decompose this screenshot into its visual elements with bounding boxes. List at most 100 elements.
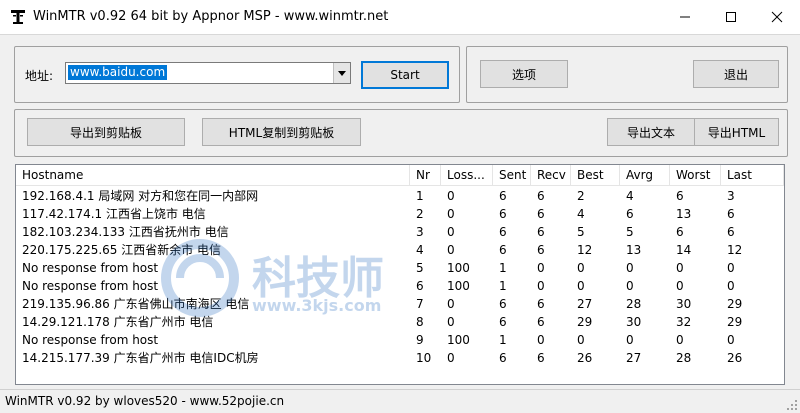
exit-button[interactable]: 退出 [693,60,779,88]
col-last: 3 [727,189,735,203]
col-nr: 8 [416,315,424,329]
table-row[interactable]: No response from host 9 100 1 0 0 0 0 0 [16,331,784,349]
options-button[interactable]: 选项 [480,60,568,88]
col-avrg: 30 [626,315,642,329]
col-last: 26 [727,351,743,365]
address-value[interactable]: www.baidu.com [68,65,168,80]
col-hostname: 117.42.174.1 江西省上饶市 电信 [22,207,206,221]
list-header: Hostname Nr Loss... Sent Recv Best Avrg Worst La… [16,165,784,186]
col-last: 6 [727,207,735,221]
col-best: 5 [577,225,585,239]
header-col-nr[interactable]: Nr [410,165,441,185]
col-nr: 5 [416,261,424,275]
table-row[interactable]: 220.175.225.65 江西省新余市 电信 4 0 6 6 12 13 14 12 [16,241,784,259]
header-col-hostname[interactable]: Hostname [16,165,410,185]
trace-results-list[interactable]: Hostname Nr Loss... Sent Recv Best Avrg Worst La… [15,164,785,385]
minimize-icon [680,16,690,18]
col-sent: 6 [499,297,507,311]
col-recv: 6 [537,189,545,203]
col-worst: 0 [676,261,684,275]
col-sent: 1 [499,261,507,275]
window-title: WinMTR v0.92 64 bit by Appnor MSP - www.… [33,9,389,24]
header-col-avrg[interactable]: Avrg [620,165,670,185]
col-recv: 0 [537,333,545,347]
chevron-down-icon [338,70,346,76]
col-worst: 0 [676,333,684,347]
col-nr: 4 [416,243,424,257]
col-last: 12 [727,243,743,257]
col-sent: 6 [499,225,507,239]
table-row[interactable]: No response from host 5 100 1 0 0 0 0 0 [16,259,784,277]
export-clipboard-button[interactable]: 导出到剪贴板 [27,118,185,146]
table-row[interactable]: 192.168.4.1 局域网 对方和您在同一内部网 1 0 6 6 2 4 6 3 [16,187,784,205]
col-nr: 7 [416,297,424,311]
table-row[interactable]: 117.42.174.1 江西省上饶市 电信 2 0 6 6 4 6 13 6 [16,205,784,223]
minimize-button[interactable] [662,0,708,34]
maximize-button[interactable] [708,0,754,34]
status-bar: WinMTR v0.92 by wloves520 - www.52pojie.… [0,389,800,413]
col-hostname: 219.135.96.86 广东省佛山市南海区 电信 [22,297,250,311]
table-row[interactable]: 182.103.234.133 江西省抚州市 电信 3 0 6 6 5 5 6 6 [16,223,784,241]
start-button[interactable]: Start [361,61,449,89]
html-clipboard-button[interactable]: HTML复制到剪贴板 [202,118,361,146]
col-last: 6 [727,225,735,239]
col-last: 29 [727,297,743,311]
close-button[interactable] [754,0,800,34]
col-avrg: 28 [626,297,642,311]
resize-grip-icon[interactable] [786,399,798,411]
table-row[interactable]: 14.215.177.39 广东省广州市 电信IDC机房 10 0 6 6 26 27 28 2… [16,349,784,367]
header-col-worst[interactable]: Worst [670,165,721,185]
col-loss: 0 [447,297,455,311]
col-sent: 6 [499,243,507,257]
header-col-last[interactable]: Last [721,165,784,185]
col-best: 0 [577,333,585,347]
col-hostname: 14.29.121.178 广东省广州市 电信 [22,315,214,329]
col-worst: 32 [676,315,692,329]
col-sent: 1 [499,333,507,347]
col-best: 29 [577,315,593,329]
col-sent: 6 [499,207,507,221]
col-nr: 10 [416,351,432,365]
header-col-recv[interactable]: Recv [531,165,571,185]
col-best: 27 [577,297,593,311]
col-last: 29 [727,315,743,329]
col-hostname: No response from host [22,279,159,293]
col-hostname: 14.215.177.39 广东省广州市 电信IDC机房 [22,351,259,365]
col-worst: 14 [676,243,692,257]
col-recv: 6 [537,351,545,365]
address-label: 地址: [25,69,54,83]
maximize-icon [726,12,736,22]
col-worst: 6 [676,225,684,239]
col-recv: 6 [537,243,545,257]
col-worst: 30 [676,297,692,311]
col-loss: 100 [447,279,470,293]
col-avrg: 4 [626,189,634,203]
col-avrg: 27 [626,351,642,365]
col-recv: 6 [537,297,545,311]
table-row[interactable]: 14.29.121.178 广东省广州市 电信 8 0 6 6 29 30 32 29 [16,313,784,331]
col-sent: 6 [499,315,507,329]
col-avrg: 5 [626,225,634,239]
header-col-sent[interactable]: Sent [493,165,531,185]
export-html-button[interactable]: 导出HTML [694,118,779,146]
winmtr-app-icon [11,10,25,24]
col-recv: 0 [537,261,545,275]
table-row[interactable]: No response from host 6 100 1 0 0 0 0 0 [16,277,784,295]
table-row[interactable]: 219.135.96.86 广东省佛山市南海区 电信 7 0 6 6 27 28 30 29 [16,295,784,313]
col-avrg: 13 [626,243,642,257]
export-text-button[interactable]: 导出文本 [607,118,695,146]
combo-dropdown-button[interactable] [333,63,350,83]
header-col-best[interactable]: Best [571,165,620,185]
col-sent: 6 [499,351,507,365]
close-icon [771,11,783,23]
col-loss: 0 [447,207,455,221]
address-combobox[interactable]: www.baidu.com [65,62,351,84]
col-recv: 6 [537,315,545,329]
col-nr: 6 [416,279,424,293]
col-nr: 1 [416,189,424,203]
header-col-loss[interactable]: Loss... [441,165,493,185]
col-loss: 0 [447,243,455,257]
col-loss: 0 [447,315,455,329]
col-loss: 100 [447,333,470,347]
col-worst: 13 [676,207,692,221]
